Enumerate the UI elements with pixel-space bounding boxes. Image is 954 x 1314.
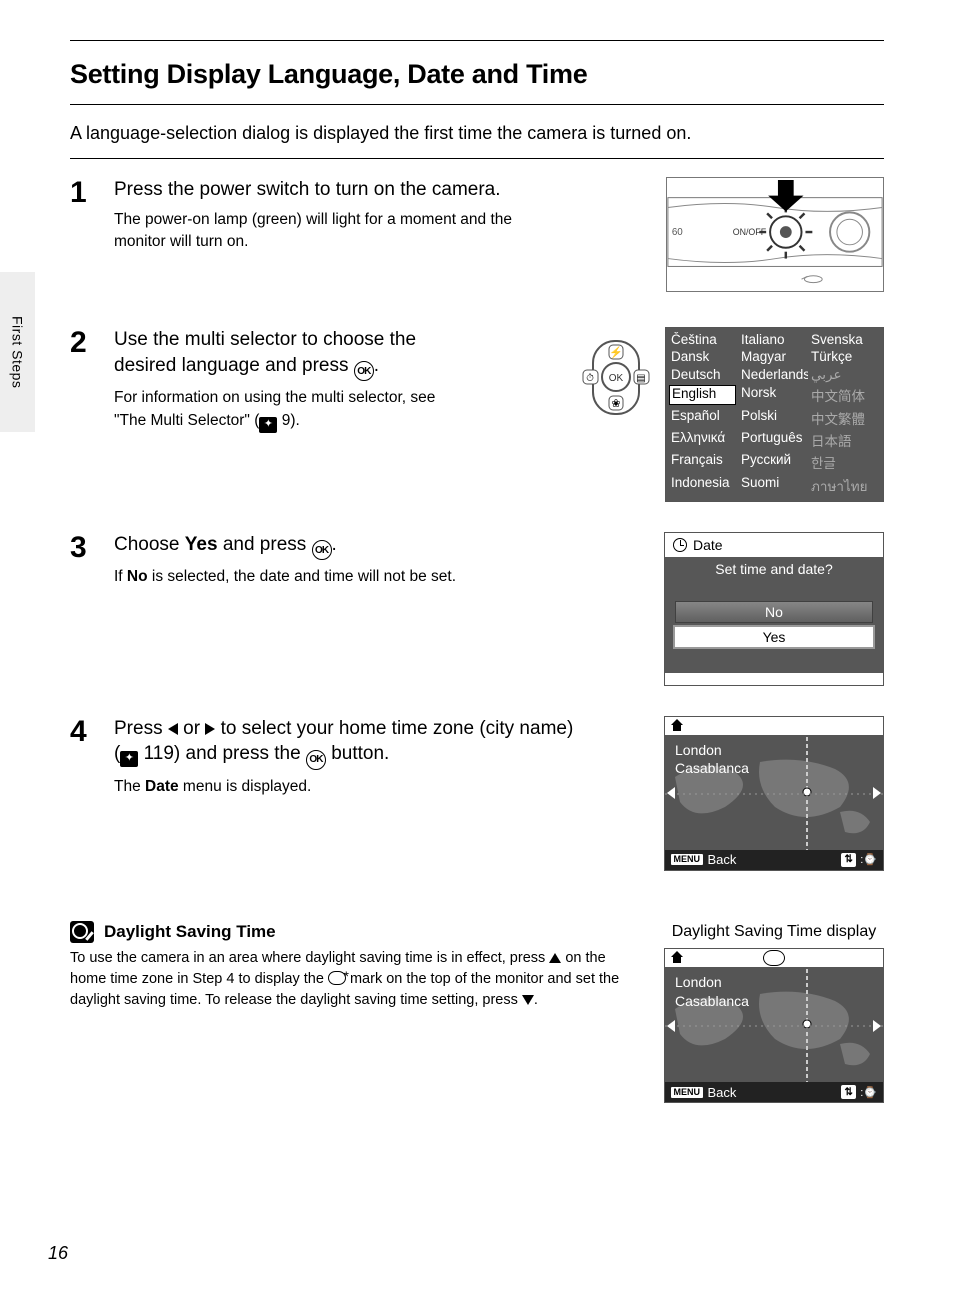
step-2-sub: For information on using the multi selec… — [114, 387, 454, 432]
page-number: 16 — [48, 1243, 68, 1264]
right-arrow-icon — [873, 787, 881, 799]
step-number: 3 — [70, 532, 102, 686]
home-icon — [671, 720, 683, 732]
timezone-city: London Casablanca — [675, 741, 749, 777]
svg-text:❀: ❀ — [611, 398, 620, 410]
lang-option: ภาษาไทย — [811, 475, 878, 497]
date-title: Date — [693, 537, 723, 553]
lang-option: Magyar — [741, 349, 808, 364]
language-selection-screen: Čeština Italiano Svenska Dansk Magyar Tü… — [665, 327, 884, 502]
step-3-heading: Choose Yes and press OK. — [114, 532, 652, 561]
dst-hint-icon: :⌚ — [860, 853, 877, 866]
svg-text:⏱: ⏱ — [586, 373, 594, 384]
date-option-yes: Yes — [673, 625, 875, 649]
lang-option: Dansk — [671, 349, 738, 364]
right-arrow-icon — [873, 1020, 881, 1032]
dst-hint-icon: :⌚ — [860, 1086, 877, 1099]
svg-text:⚡: ⚡ — [609, 346, 623, 359]
lang-option-selected: English — [669, 385, 736, 405]
down-arrow-icon — [522, 995, 534, 1005]
dst-note-section: Daylight Saving Time To use the camera i… — [70, 921, 884, 1104]
right-arrow-icon — [205, 723, 215, 735]
lang-option: Русский — [741, 452, 808, 472]
timezone-screen: London Casablanca MENU Back ⇅ :⌚ — [664, 716, 884, 871]
page-title: Setting Display Language, Date and Time — [70, 59, 884, 90]
ok-center-label: OK — [609, 373, 624, 384]
updown-hint-icon: ⇅ — [841, 1085, 856, 1099]
left-arrow-icon — [667, 787, 675, 799]
page-ref-icon: ✦ — [120, 751, 138, 767]
lang-option: 한글 — [811, 452, 878, 472]
camera-top-figure: 60 ON/OFF — [666, 177, 884, 297]
lang-option: Polski — [741, 408, 808, 428]
left-arrow-icon — [667, 1020, 675, 1032]
back-label: Back — [708, 1085, 737, 1100]
note-icon — [70, 921, 94, 943]
step-1: 1 Press the power switch to turn on the … — [70, 177, 884, 297]
timezone-screen-dst: London Casablanca MENU Back ⇅ :⌚ — [664, 948, 884, 1103]
step-number: 4 — [70, 716, 102, 871]
lang-option: 中文简体 — [811, 385, 878, 405]
lang-option: Čeština — [671, 332, 738, 347]
step-2-heading: Use the multi selector to choose the des… — [114, 327, 474, 381]
date-option-no: No — [675, 601, 873, 623]
step-4-sub: The Date menu is displayed. — [114, 776, 652, 798]
rule-under-intro — [70, 158, 884, 159]
dst-title: Daylight Saving Time — [104, 922, 276, 942]
lang-option: Türkçe — [811, 349, 878, 364]
svg-text:▤: ▤ — [636, 373, 645, 384]
camera-model-label: 60 — [672, 227, 683, 238]
timezone-city: London Casablanca — [675, 973, 749, 1009]
onoff-label: ON/OFF — [733, 227, 767, 237]
lang-option: Svenska — [811, 332, 878, 347]
home-icon — [671, 952, 683, 964]
intro-text: A language-selection dialog is displayed… — [70, 123, 884, 144]
lang-option: 日本語 — [811, 430, 878, 450]
lang-option: Português — [741, 430, 808, 450]
side-tab-label: First Steps — [10, 316, 26, 388]
step-number: 1 — [70, 177, 102, 297]
clock-icon — [673, 538, 687, 552]
up-arrow-icon — [549, 953, 561, 963]
lang-option: Nederlands — [741, 367, 808, 383]
lang-option: Italiano — [741, 332, 808, 347]
rule-under-title — [70, 104, 884, 105]
ok-icon: OK — [306, 750, 326, 770]
updown-hint-icon: ⇅ — [841, 853, 856, 867]
lang-option: Español — [671, 408, 738, 428]
step-3: 3 Choose Yes and press OK. If No is sele… — [70, 532, 884, 686]
lang-option: Deutsch — [671, 367, 738, 383]
ok-icon: OK — [354, 361, 374, 381]
lang-option: Français — [671, 452, 738, 472]
step-number: 2 — [70, 327, 102, 502]
dst-caption: Daylight Saving Time display — [664, 921, 884, 943]
left-arrow-icon — [168, 723, 178, 735]
lang-option: Ελληνικά — [671, 430, 738, 450]
step-1-heading: Press the power switch to turn on the ca… — [114, 177, 654, 203]
dst-mark-icon — [763, 950, 785, 966]
lang-option: 中文繁體 — [811, 408, 878, 428]
step-3-sub: If No is selected, the date and time wil… — [114, 566, 652, 588]
page-ref-icon: ✦ — [259, 417, 277, 433]
multi-selector-figure: OK ⚡ ❀ ⏱ ▤ — [581, 335, 651, 420]
menu-label: MENU — [671, 1087, 703, 1098]
back-label: Back — [708, 852, 737, 867]
date-question: Set time and date? — [665, 557, 883, 601]
dst-mark-icon — [328, 971, 346, 985]
dst-text: To use the camera in an area where dayli… — [70, 948, 644, 1011]
step-1-sub: The power-on lamp (green) will light for… — [114, 209, 534, 254]
lang-option: Suomi — [741, 475, 808, 497]
date-dialog-screen: Date Set time and date? No Yes — [664, 532, 884, 686]
lang-option: Indonesia — [671, 475, 738, 497]
step-2: 2 Use the multi selector to choose the d… — [70, 327, 884, 502]
step-4-heading: Press or to select your home time zone (… — [114, 716, 574, 770]
step-4: 4 Press or to select your home time zone… — [70, 716, 884, 871]
ok-icon: OK — [312, 540, 332, 560]
side-tab: First Steps — [0, 272, 35, 432]
lang-option: عربي — [811, 367, 878, 383]
menu-label: MENU — [671, 854, 703, 865]
rule-top — [70, 40, 884, 41]
lang-option: Norsk — [741, 385, 808, 405]
